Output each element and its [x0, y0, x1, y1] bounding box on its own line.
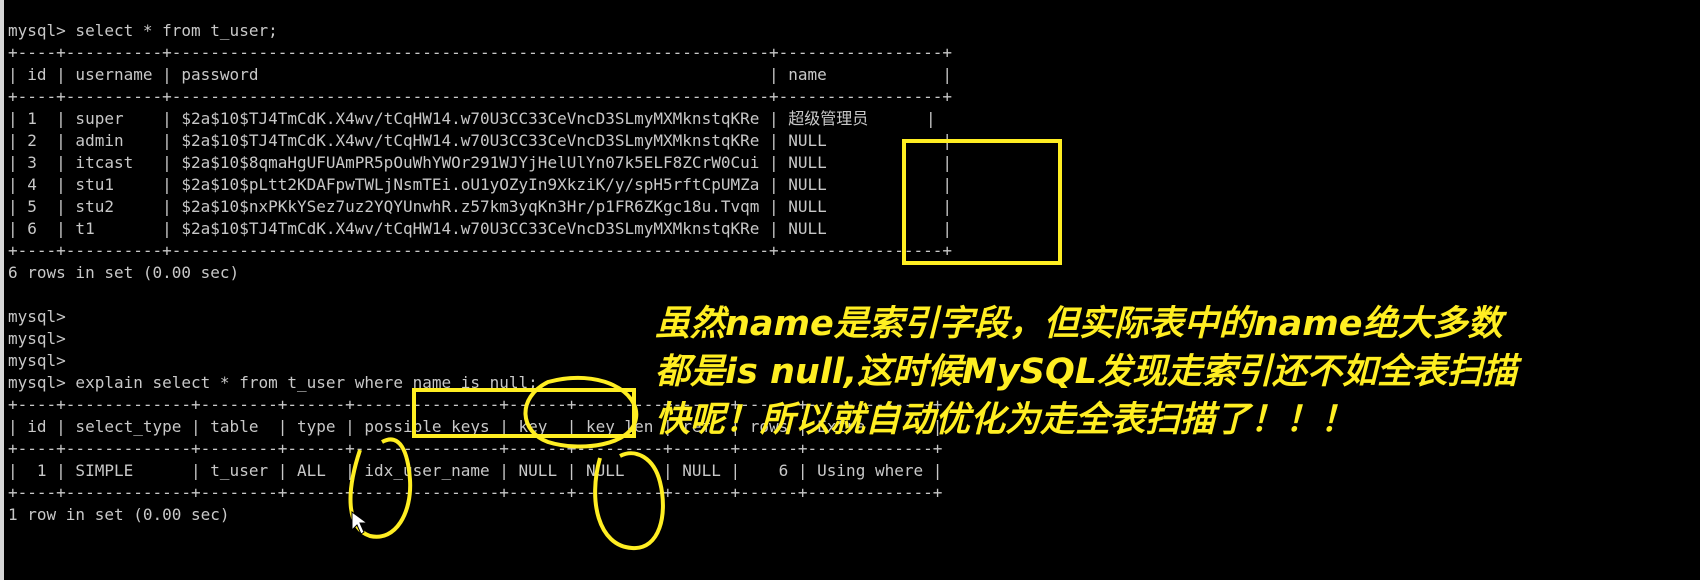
- terminal-line: | 1 | super | $2a$10$TJ4TmCdK.X4wv/tCqHW…: [8, 109, 936, 128]
- terminal-line: | 3 | itcast | $2a$10$8qmaHgUFUAmPR5pOuW…: [8, 153, 953, 172]
- terminal-line: 1 row in set (0.00 sec): [8, 505, 230, 524]
- annotation-line: 快呢！所以就自动优化为走全表扫描了！！！: [655, 400, 1356, 440]
- terminal-line: mysql> explain select * from t_user wher…: [8, 373, 538, 392]
- terminal-window[interactable]: mysql> select * from t_user; +----+-----…: [0, 0, 1700, 580]
- annotation-line: 都是is null,这时候MySQL发现走索引还不如全表扫描: [655, 352, 1518, 392]
- terminal-line: | id | username | password | name |: [8, 65, 953, 84]
- terminal-line: mysql>: [8, 351, 66, 370]
- terminal-line: +----+-------------+--------+------+----…: [8, 483, 943, 502]
- terminal-left-border: [0, 0, 4, 580]
- terminal-line: +----+----------+-----------------------…: [8, 43, 953, 62]
- terminal-line: | 6 | t1 | $2a$10$TJ4TmCdK.X4wv/tCqHW14.…: [8, 219, 953, 238]
- terminal-line: mysql>: [8, 329, 66, 348]
- annotation-line: 虽然name是索引字段，但实际表中的name绝大多数: [655, 304, 1503, 344]
- terminal-line: | 5 | stu2 | $2a$10$nxPKkYSez7uz2YQYUnwh…: [8, 197, 953, 216]
- terminal-line: | 4 | stu1 | $2a$10$pLtt2KDAFpwTWLjNsmTE…: [8, 175, 953, 194]
- terminal-line: +----+----------+-----------------------…: [8, 87, 953, 106]
- terminal-line: | 2 | admin | $2a$10$TJ4TmCdK.X4wv/tCqHW…: [8, 131, 953, 150]
- terminal-line: +----+----------+-----------------------…: [8, 241, 953, 260]
- annotation-text: 虽然name是索引字段，但实际表中的name绝大多数 都是is null,这时候…: [655, 300, 1635, 444]
- terminal-line: mysql>: [8, 307, 66, 326]
- terminal-line: 6 rows in set (0.00 sec): [8, 263, 240, 282]
- terminal-line: mysql> select * from t_user;: [8, 21, 278, 40]
- terminal-line: | 1 | SIMPLE | t_user | ALL | idx_user_n…: [8, 461, 943, 480]
